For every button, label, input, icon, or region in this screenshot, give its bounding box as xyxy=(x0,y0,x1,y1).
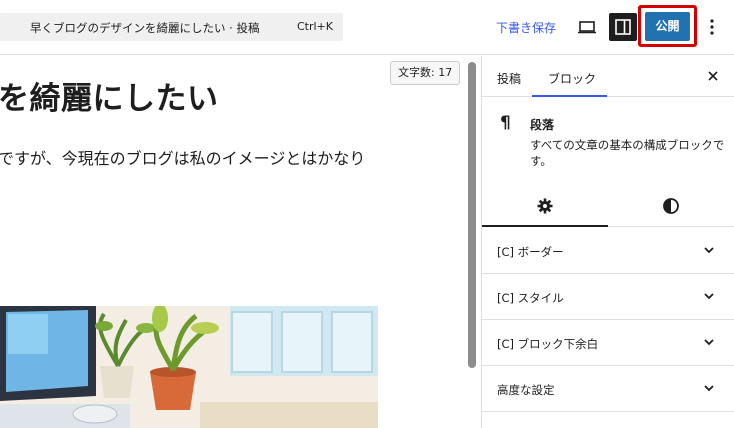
block-card: ¶ 段落 すべての文章の基本の構成ブロックです。 xyxy=(482,97,734,185)
panel-label: [C] スタイル xyxy=(497,291,564,305)
chevron-down-icon xyxy=(704,385,714,392)
command-palette-button[interactable]: 早くブログのデザインを綺麗にしたい · 投稿 Ctrl+K xyxy=(0,13,343,41)
close-icon[interactable] xyxy=(705,68,721,84)
panel-advanced[interactable]: 高度な設定 xyxy=(482,366,734,412)
sidebar-tabs: 投稿 ブロック xyxy=(482,56,734,97)
chevron-down-icon xyxy=(704,293,714,300)
desktop-icon[interactable] xyxy=(576,16,598,38)
block-description: すべての文章の基本の構成ブロックです。 xyxy=(530,138,725,168)
featured-illustration[interactable] xyxy=(0,306,378,428)
panel-label: 高度な設定 xyxy=(497,383,555,397)
settings-sidebar-button[interactable] xyxy=(609,13,637,41)
word-count-badge: 文字数: 17 xyxy=(390,61,461,85)
sidebar-toggle-icon xyxy=(615,19,631,35)
shortcut-hint: Ctrl+K xyxy=(296,20,333,33)
panel-style[interactable]: [C] スタイル xyxy=(482,274,734,320)
panel-border[interactable]: [C] ボーダー xyxy=(482,228,734,274)
publish-button[interactable]: 公開 xyxy=(645,12,690,41)
chevron-down-icon xyxy=(704,339,714,346)
more-vertical-icon[interactable] xyxy=(704,15,720,39)
command-text: 早くブログのデザインを綺麗にしたい · 投稿 xyxy=(30,21,260,35)
tab-block[interactable]: ブロック xyxy=(548,70,596,87)
save-draft-button[interactable]: 下書き保存 xyxy=(496,19,556,36)
panel-block-margin[interactable]: [C] ブロック下余白 xyxy=(482,320,734,366)
panel-label: [C] ボーダー xyxy=(497,245,564,259)
panel-label: [C] ブロック下余白 xyxy=(497,337,599,351)
tab-post[interactable]: 投稿 xyxy=(497,70,521,87)
editor-scrollbar[interactable] xyxy=(468,62,476,368)
paragraph-icon: ¶ xyxy=(500,113,511,133)
gear-icon[interactable] xyxy=(536,197,554,215)
settings-sidebar: 投稿 ブロック ¶ 段落 すべての文章の基本の構成ブロックです。 [C] ボーダ… xyxy=(481,56,734,428)
contrast-icon[interactable] xyxy=(662,197,680,215)
block-name: 段落 xyxy=(530,118,555,132)
chevron-down-icon xyxy=(704,247,714,254)
post-title[interactable]: を綺麗にしたい xyxy=(0,73,219,118)
block-settings-tabs xyxy=(482,187,734,227)
paragraph-block[interactable]: ですが、今現在のブログは私のイメージとはかなり xyxy=(0,145,365,169)
editor-header: 早くブログのデザインを綺麗にしたい · 投稿 Ctrl+K 下書き保存 公開 xyxy=(0,0,734,55)
settings-tab-indicator xyxy=(482,225,608,227)
